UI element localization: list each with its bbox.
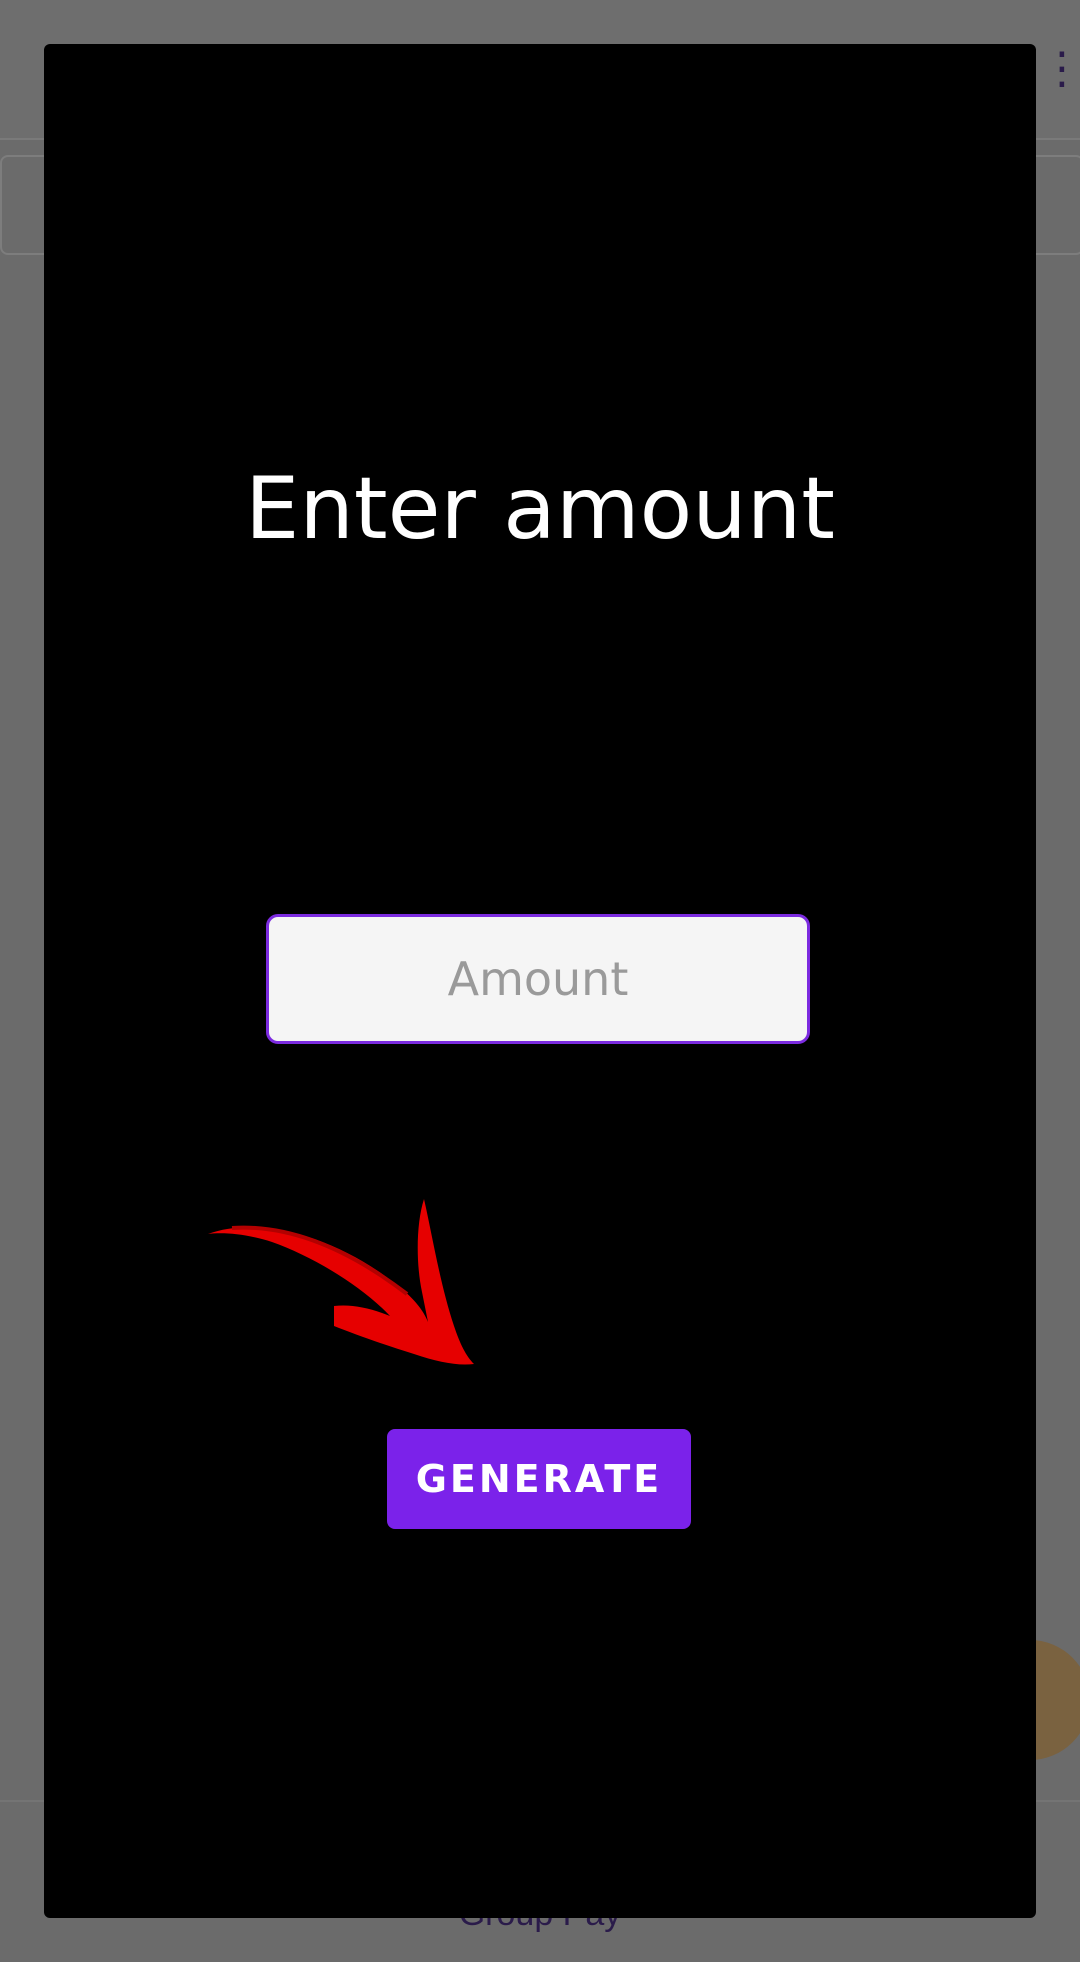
amount-input[interactable]: [266, 914, 810, 1044]
more-vert-icon: ⋮: [1040, 44, 1080, 93]
screen: ⋮ Group Pay Enter amount GENERATE: [0, 0, 1080, 1962]
red-arrow-icon: [208, 1199, 474, 1365]
generate-button[interactable]: GENERATE: [387, 1429, 691, 1529]
amount-dialog: Enter amount GENERATE: [44, 44, 1036, 1918]
dialog-title: Enter amount: [245, 459, 835, 559]
